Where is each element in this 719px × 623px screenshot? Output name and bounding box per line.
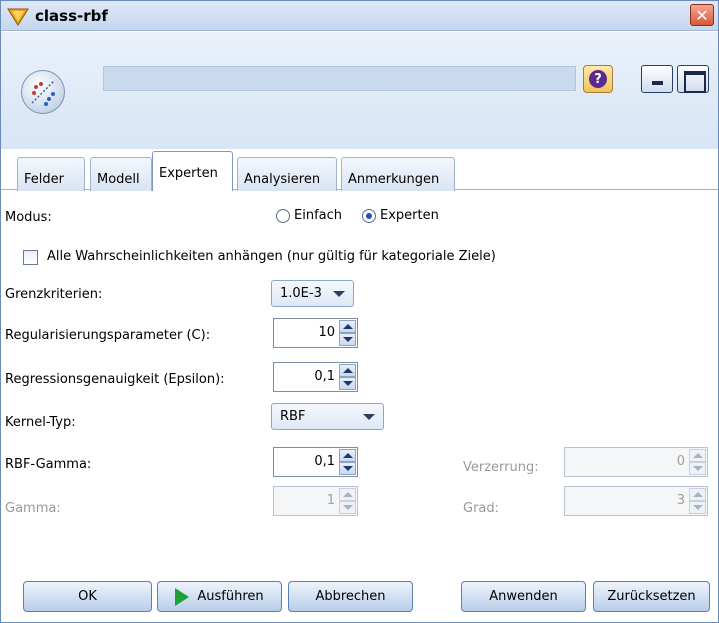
regularization-value: 10: [318, 325, 335, 340]
spin-up-icon[interactable]: [339, 488, 356, 501]
spin-down-icon[interactable]: [339, 377, 356, 390]
ok-button[interactable]: OK: [23, 581, 152, 612]
rbf-gamma-value: 0,1: [314, 454, 335, 469]
run-label: Ausführen: [197, 589, 264, 604]
epsilon-value: 0,1: [314, 369, 335, 384]
reset-label: Zurücksetzen: [607, 589, 696, 604]
close-icon: ✕: [695, 5, 709, 25]
gamma-label: Gamma:: [5, 501, 61, 516]
append-probabilities-checkbox[interactable]: [23, 250, 38, 265]
cancel-button[interactable]: Abbrechen: [288, 581, 413, 612]
mode-label: Modus:: [5, 210, 52, 225]
rbf-gamma-label: RBF-Gamma:: [5, 457, 92, 472]
mode-expert-radio[interactable]: [362, 209, 376, 223]
run-button[interactable]: Ausführen: [157, 581, 282, 612]
stop-criteria-select[interactable]: 1.0E-3: [271, 280, 354, 307]
apply-button[interactable]: Anwenden: [461, 581, 586, 612]
tab-analysieren[interactable]: Analysieren: [237, 157, 337, 191]
gamma-value: 1: [326, 493, 335, 508]
tab-bar: Felder Modell Experten Analysieren Anmer…: [1, 149, 718, 199]
node-name-bar: [103, 66, 576, 91]
epsilon-spinner[interactable]: 0,1: [273, 362, 358, 392]
window-title: class-rbf: [35, 7, 108, 25]
help-icon: ?: [589, 70, 607, 88]
tab-experten[interactable]: Experten: [152, 151, 233, 191]
spin-down-icon[interactable]: [339, 462, 356, 475]
spin-up-icon[interactable]: [339, 320, 356, 333]
stop-criteria-value: 1.0E-3: [280, 286, 322, 301]
bias-label: Verzerrung:: [463, 460, 539, 475]
ok-label: OK: [78, 589, 97, 604]
tab-modell[interactable]: Modell: [90, 157, 152, 191]
apply-label: Anwenden: [489, 589, 558, 604]
bias-value: 0: [676, 454, 685, 469]
svm-node-icon: [21, 70, 65, 114]
epsilon-label: Regressionsgenauigkeit (Epsilon):: [5, 372, 225, 387]
mode-simple-label: Einfach: [294, 208, 342, 223]
kernel-type-value: RBF: [280, 409, 306, 424]
degree-spinner[interactable]: 3: [564, 486, 708, 516]
dialog-window: class-rbf ✕ ? Felder Modell Experten Ana…: [0, 0, 719, 623]
gamma-spinner[interactable]: 1: [273, 486, 358, 516]
mode-expert-label: Experten: [380, 208, 439, 223]
mode-simple-radio[interactable]: [276, 209, 290, 223]
play-icon: [175, 587, 190, 606]
spin-up-icon[interactable]: [339, 449, 356, 462]
close-button[interactable]: ✕: [690, 4, 714, 26]
cancel-label: Abbrechen: [315, 589, 386, 604]
rbf-gamma-spinner[interactable]: 0,1: [273, 447, 358, 477]
help-button[interactable]: ?: [583, 65, 613, 93]
spin-down-icon[interactable]: [339, 333, 356, 346]
chevron-down-icon: [363, 414, 375, 420]
spin-down-icon[interactable]: [339, 501, 356, 514]
degree-label: Grad:: [463, 501, 500, 516]
maximize-button[interactable]: [677, 65, 709, 93]
minimize-button[interactable]: [641, 65, 673, 93]
title-bar[interactable]: class-rbf ✕: [1, 1, 718, 31]
reset-button[interactable]: Zurücksetzen: [593, 581, 710, 612]
kernel-type-label: Kernel-Typ:: [5, 415, 76, 430]
stop-criteria-label: Grenzkriterien:: [5, 287, 103, 302]
kernel-type-select[interactable]: RBF: [271, 403, 384, 430]
spin-down-icon[interactable]: [689, 501, 706, 514]
tab-felder[interactable]: Felder: [17, 157, 85, 191]
regularization-spinner[interactable]: 10: [273, 318, 358, 348]
spin-up-icon[interactable]: [339, 364, 356, 377]
spin-down-icon[interactable]: [689, 462, 706, 475]
spin-up-icon[interactable]: [689, 488, 706, 501]
spin-up-icon[interactable]: [689, 449, 706, 462]
node-app-icon: [7, 8, 29, 26]
chevron-down-icon: [333, 291, 345, 297]
tab-anmerkungen[interactable]: Anmerkungen: [341, 157, 455, 191]
append-probabilities-label: Alle Wahrscheinlichkeiten anhängen (nur …: [47, 249, 496, 264]
bias-spinner[interactable]: 0: [564, 447, 708, 477]
node-header: ?: [1, 32, 718, 149]
regularization-label: Regularisierungsparameter (C):: [5, 328, 211, 343]
degree-value: 3: [676, 493, 685, 508]
